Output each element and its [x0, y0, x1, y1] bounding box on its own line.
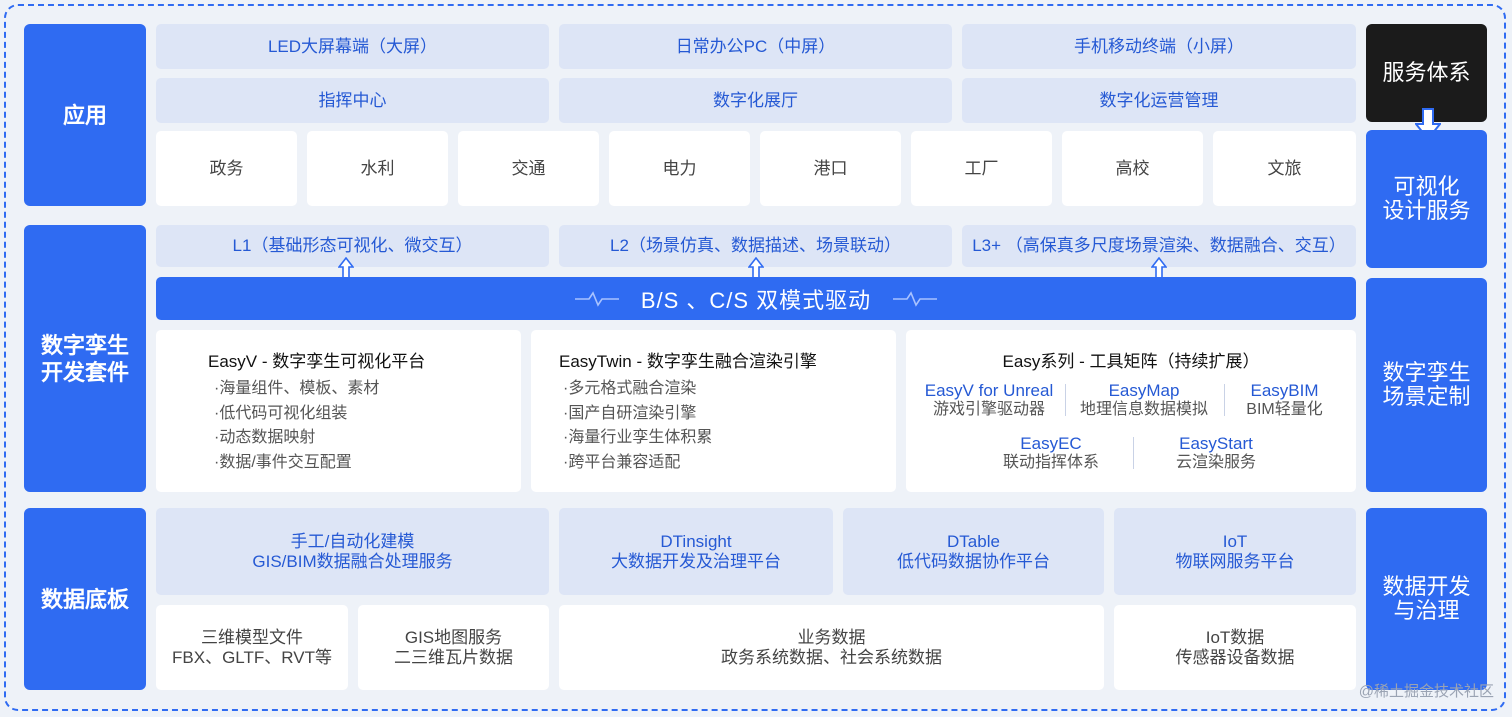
tool-desc: 联动指挥体系: [1002, 454, 1099, 471]
dual-mode-banner: B/S 、C/S 双模式驱动: [156, 277, 1356, 320]
screen-mobile: 手机移动终端（小屏）: [962, 24, 1356, 69]
tool-name: EasyEC: [1020, 434, 1082, 453]
platform-dtinsight: DTinsight 大数据开发及治理平台: [559, 508, 833, 595]
card-easyv: EasyV - 数字孪生可视化平台 ·海量组件、模板、素材 ·低代码可视化组装 …: [156, 330, 521, 492]
tool-name: EasyV for Unreal: [924, 381, 1054, 400]
source-3d-models: 三维模型文件 FBX、GLTF、RVT等: [156, 605, 348, 690]
divider: [1133, 437, 1134, 469]
tool-name: EasyStart: [1179, 434, 1253, 453]
industry-item: 文旅: [1213, 131, 1356, 206]
up-arrow-icon: [748, 257, 764, 279]
card-title: EasyTwin - 数字孪生融合渲染引擎: [559, 352, 817, 371]
center-command: 指挥中心: [156, 78, 549, 123]
divider: [1224, 384, 1225, 416]
service-visual-design: 可视化 设计服务: [1366, 130, 1487, 268]
tool-item: EasyMap 地理信息数据模拟: [1074, 381, 1214, 419]
feature-item: ·低代码可视化组装: [214, 405, 348, 422]
card-title: Easy系列 - 工具矩阵（持续扩展）: [1002, 352, 1260, 371]
pulse-icon: [893, 290, 938, 307]
tool-item: EasyV for Unreal 游戏引擎驱动器: [914, 381, 1064, 419]
feature-item: ·数据/事件交互配置: [214, 454, 352, 471]
industry-item: 水利: [307, 131, 448, 206]
banner-text: B/S 、C/S 双模式驱动: [640, 287, 872, 313]
service-twin-scene: 数字孪生 场景定制: [1366, 278, 1487, 492]
divider: [1065, 384, 1066, 416]
industry-item: 政务: [156, 131, 297, 206]
source-business: 业务数据 政务系统数据、社会系统数据: [559, 605, 1104, 690]
tool-desc: 云渲染服务: [1175, 454, 1256, 471]
industry-item: 港口: [760, 131, 901, 206]
platform-modeling: 手工/自动化建模 GIS/BIM数据融合处理服务: [156, 508, 549, 595]
up-arrow-icon: [1151, 257, 1167, 279]
card-title: EasyV - 数字孪生可视化平台: [208, 352, 426, 371]
industry-item: 交通: [458, 131, 599, 206]
center-operations: 数字化运营管理: [962, 78, 1356, 123]
up-arrow-icon: [338, 257, 354, 279]
tool-name: EasyBIM: [1250, 381, 1319, 400]
card-easy-series: Easy系列 - 工具矩阵（持续扩展） EasyV for Unreal 游戏引…: [906, 330, 1356, 492]
tool-desc: 游戏引擎驱动器: [932, 401, 1045, 418]
tool-item: EasyBIM BIM轻量化: [1232, 381, 1337, 419]
label-twin-kit: 数字孪生 开发套件: [24, 225, 146, 492]
label-data-base: 数据底板: [24, 508, 146, 690]
feature-item: ·海量组件、模板、素材: [214, 380, 380, 397]
card-easytwin: EasyTwin - 数字孪生融合渲染引擎 ·多元格式融合渲染 ·国产自研渲染引…: [531, 330, 896, 492]
platform-dtable: DTable 低代码数据协作平台: [843, 508, 1104, 595]
feature-item: ·多元格式融合渲染: [563, 380, 697, 397]
industry-item: 高校: [1062, 131, 1203, 206]
feature-item: ·海量行业孪生体积累: [563, 429, 713, 446]
source-gis: GIS地图服务 二三维瓦片数据: [358, 605, 549, 690]
source-iot: IoT数据 传感器设备数据: [1114, 605, 1356, 690]
pulse-icon: [574, 290, 619, 307]
feature-item: ·国产自研渲染引擎: [563, 405, 697, 422]
tool-item: EasyEC 联动指挥体系: [986, 434, 1116, 472]
tool-name: EasyMap: [1108, 381, 1180, 400]
center-showroom: 数字化展厅: [559, 78, 952, 123]
label-app: 应用: [24, 24, 146, 206]
tool-desc: BIM轻量化: [1246, 401, 1323, 418]
feature-item: ·跨平台兼容适配: [563, 454, 681, 471]
feature-item: ·动态数据映射: [214, 429, 316, 446]
tool-item: EasyStart 云渲染服务: [1151, 434, 1281, 472]
service-data-governance: 数据开发 与治理: [1366, 508, 1487, 690]
screen-pc: 日常办公PC（中屏）: [559, 24, 952, 69]
screen-led: LED大屏幕端（大屏）: [156, 24, 549, 69]
tool-desc: 地理信息数据模拟: [1079, 401, 1208, 418]
industry-item: 电力: [609, 131, 750, 206]
industry-item: 工厂: [911, 131, 1052, 206]
watermark: @稀土掘金技术社区: [1358, 683, 1494, 700]
platform-iot: IoT 物联网服务平台: [1114, 508, 1356, 595]
